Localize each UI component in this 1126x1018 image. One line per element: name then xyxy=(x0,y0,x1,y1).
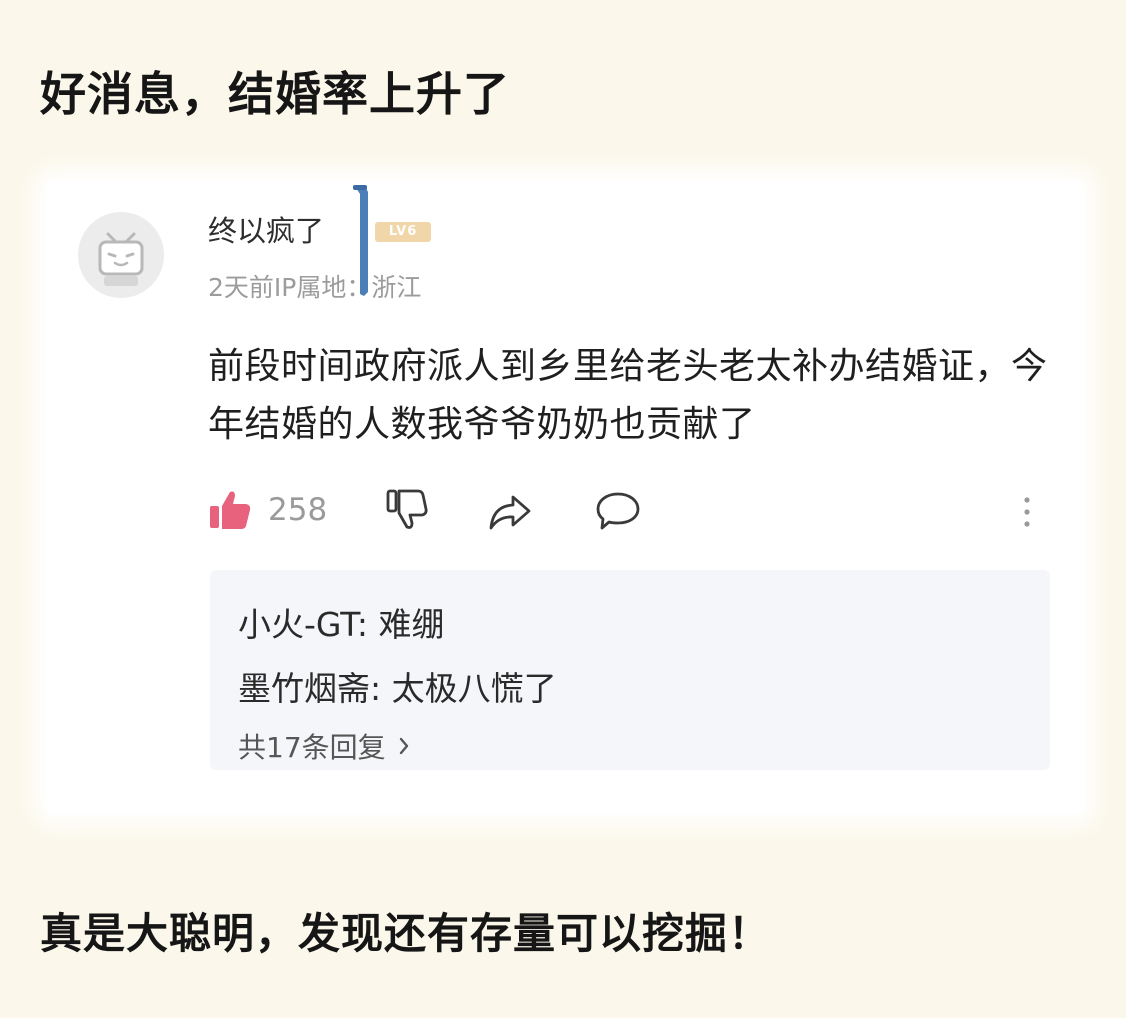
comment-username[interactable]: 终以疯了 xyxy=(208,208,324,250)
reply-item[interactable]: 小火-GT: 难绷 xyxy=(238,598,444,646)
reply-preview-panel: 小火-GT: 难绷 墨竹烟斋: 太极八慌了 共17条回复 xyxy=(210,570,1050,770)
comment-meta: 2天前IP属地：浙江 xyxy=(208,273,422,302)
reply-text: 太极八慌了 xyxy=(391,669,557,708)
reply-text: 难绷 xyxy=(378,605,445,644)
dislike-button[interactable] xyxy=(385,487,429,531)
share-arrow-icon xyxy=(489,495,531,530)
comment-text: 前段时间政府派人到乡里给老头老太补办结婚证，今年结婚的人数我爷爷奶奶也贡献了 xyxy=(208,346,1048,445)
headline: 好消息，结婚率上升了 xyxy=(40,67,510,121)
reply-separator: : xyxy=(370,669,392,708)
like-button[interactable]: 258 xyxy=(208,488,327,532)
reply-author[interactable]: 小火-GT xyxy=(238,605,357,644)
view-all-replies-link[interactable]: 共17条回复 xyxy=(238,726,410,766)
avatar[interactable] xyxy=(78,212,164,298)
share-button[interactable] xyxy=(487,492,533,532)
thumbs-up-icon xyxy=(210,491,251,529)
bilibili-tv-avatar-icon xyxy=(98,232,144,286)
thumbs-down-icon xyxy=(386,489,428,529)
reply-button[interactable] xyxy=(594,490,642,532)
more-options-button[interactable] xyxy=(1020,492,1034,532)
vertical-ellipsis-icon xyxy=(1024,497,1030,527)
speech-bubble-icon xyxy=(596,492,640,530)
chevron-right-icon xyxy=(399,737,408,755)
reply-total-label: 共17条回复 xyxy=(238,731,386,764)
reply-author[interactable]: 墨竹烟斋 xyxy=(238,669,370,708)
reply-separator: : xyxy=(356,605,379,644)
footer-caption: 真是大聪明，发现还有存量可以挖掘！ xyxy=(40,909,772,958)
level-badge: LV6 xyxy=(375,222,431,242)
reply-item[interactable]: 墨竹烟斋: 太极八慌了 xyxy=(238,662,557,710)
like-count: 258 xyxy=(268,492,328,528)
